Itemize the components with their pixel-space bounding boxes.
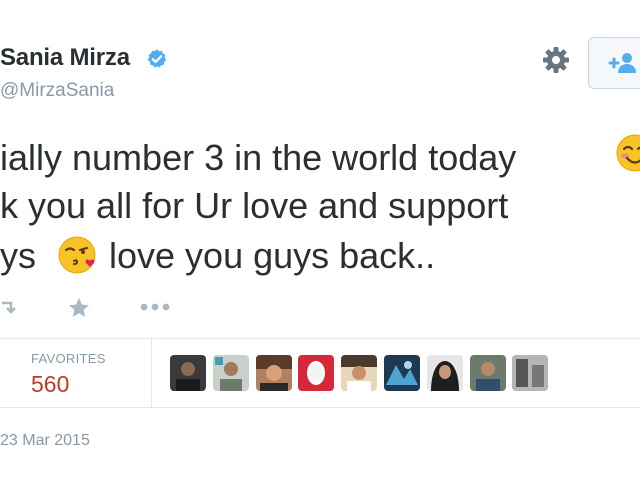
author-name[interactable]: Sania Mirza	[0, 44, 130, 72]
tweet-text-line-3b: love you guys back..	[109, 235, 436, 276]
favoriter-avatar-3[interactable]	[256, 355, 292, 391]
favoriter-avatar-2[interactable]	[213, 355, 249, 391]
gear-icon[interactable]	[541, 45, 571, 75]
stats-divider-bottom	[0, 407, 640, 408]
smiling-face-icon	[616, 134, 640, 172]
more-dots-icon[interactable]	[138, 300, 172, 314]
tweet-date[interactable]: 23 Mar 2015	[0, 432, 90, 450]
favoriter-avatar-6[interactable]	[384, 355, 420, 391]
face-blowing-kiss-icon	[58, 236, 96, 274]
retweet-icon[interactable]	[0, 298, 20, 318]
star-icon[interactable]	[67, 296, 91, 320]
favorites-label[interactable]: FAVORITES	[31, 351, 106, 366]
stats-divider-top	[0, 338, 640, 339]
tweet-text-line-3a: ys	[0, 235, 36, 276]
favorites-count[interactable]: 560	[31, 371, 69, 398]
favoriter-avatar-8[interactable]	[470, 355, 506, 391]
stats-divider-vertical	[151, 339, 152, 407]
follow-button[interactable]	[588, 37, 640, 89]
favoriter-avatar-9[interactable]	[512, 355, 548, 391]
tweet-text-line-2: k you all for Ur love and support	[0, 185, 509, 226]
follow-person-icon	[608, 53, 636, 73]
tweet-text-line-1: ially number 3 in the world today	[0, 137, 517, 178]
favoriter-avatar-4[interactable]	[298, 355, 334, 391]
favoriter-avatar-1[interactable]	[170, 355, 206, 391]
author-handle[interactable]: @MirzaSania	[0, 80, 114, 102]
favoriter-avatar-7[interactable]	[427, 355, 463, 391]
verified-badge-icon	[147, 49, 167, 68]
favoriter-avatar-5[interactable]	[341, 355, 377, 391]
